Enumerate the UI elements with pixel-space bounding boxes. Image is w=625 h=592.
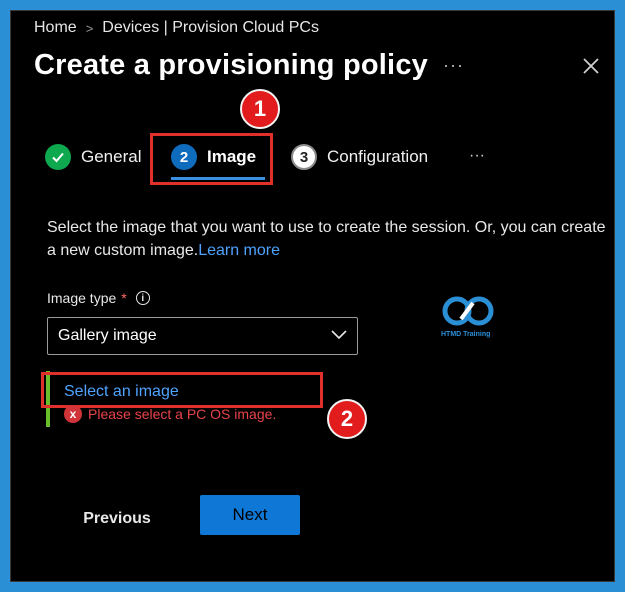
image-type-label: Image type * i [47, 290, 150, 306]
page-title: Create a provisioning policy [34, 49, 428, 81]
htmd-logo-text: HTMD Training [441, 331, 491, 338]
steps-more-icon[interactable]: ··· [469, 147, 485, 165]
annotation-badge-2: 2 [327, 399, 367, 439]
step-configuration-label: Configuration [327, 147, 429, 166]
step-configuration[interactable]: 3 Configuration [291, 144, 428, 170]
error-icon: x [64, 405, 82, 423]
next-button[interactable]: Next [200, 495, 300, 535]
error-message: x Please select a PC OS image. [64, 405, 276, 423]
step-general-label: General [81, 147, 142, 166]
checkmark-icon [45, 144, 71, 170]
htmd-logo [439, 295, 499, 332]
active-step-underline [171, 177, 265, 180]
provisioning-panel: Home > Devices | Provision Cloud PCs Cre… [10, 10, 615, 582]
breadcrumb-separator: > [85, 20, 94, 36]
image-type-value: Gallery image [58, 327, 157, 344]
annotation-badge-1: 1 [240, 89, 280, 129]
close-icon[interactable] [581, 56, 601, 76]
image-type-label-text: Image type [47, 290, 117, 306]
step-configuration-number: 3 [291, 144, 317, 170]
required-marker: * [121, 290, 127, 306]
chevron-down-icon [331, 327, 347, 345]
previous-button[interactable]: Previous [69, 503, 165, 535]
breadcrumb-current[interactable]: Devices | Provision Cloud PCs [102, 19, 319, 37]
step-image[interactable]: 2 Image [171, 144, 256, 170]
error-text: Please select a PC OS image. [88, 406, 277, 422]
breadcrumb: Home > Devices | Provision Cloud PCs [34, 17, 319, 39]
description-text: Select the image that you want to use to… [47, 219, 606, 259]
info-icon[interactable]: i [135, 291, 150, 305]
more-options-icon[interactable]: ··· [443, 55, 464, 76]
step-image-label: Image [207, 147, 257, 166]
step-image-number: 2 [171, 144, 197, 170]
description: Select the image that you want to use to… [47, 216, 607, 262]
breadcrumb-home[interactable]: Home [34, 19, 77, 37]
annotation-highlight-select-image [41, 372, 323, 408]
image-type-dropdown[interactable]: Gallery image [47, 317, 358, 355]
learn-more-link[interactable]: Learn more [198, 242, 280, 259]
step-general[interactable]: General [45, 144, 141, 170]
